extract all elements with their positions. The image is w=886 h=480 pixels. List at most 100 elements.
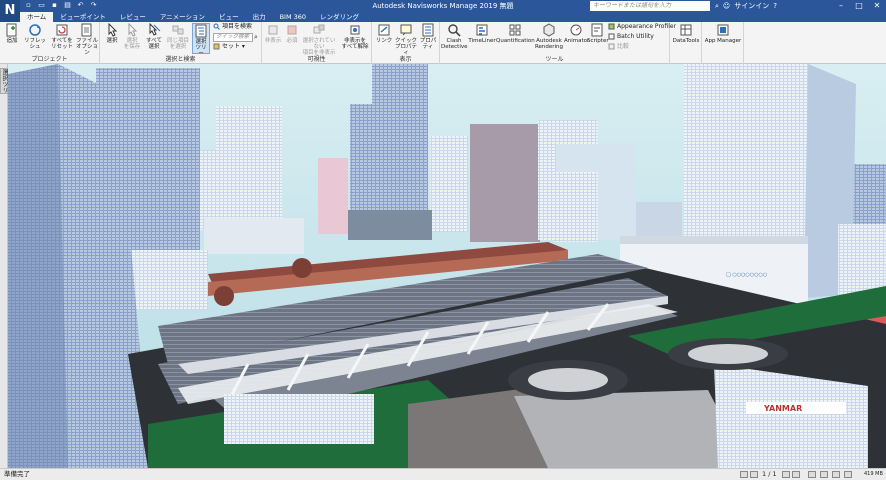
datatools-icon (680, 24, 692, 36)
clash-detective-label: Clash Detective (441, 38, 468, 50)
group-project-label: プロジェクト (31, 56, 68, 63)
group-tools-label: ツール (545, 56, 564, 63)
quick-find-input[interactable]: クイック検索 (213, 33, 253, 42)
timeliner-button[interactable]: TimeLiner (468, 23, 496, 44)
scripter-button[interactable]: Scripter (587, 23, 609, 44)
reset-icon (56, 24, 68, 36)
group-tools: Clash Detective TimeLiner Quantification… (440, 22, 676, 64)
animator-icon (570, 24, 582, 36)
group-select-search-label: 選択と検索 (165, 56, 196, 63)
properties-button[interactable]: プロパティ (418, 23, 438, 50)
file-options-icon (81, 23, 92, 37)
select-button[interactable]: 選択 (103, 23, 121, 44)
refresh-icon (29, 24, 41, 36)
search-icon[interactable]: ⌕ (715, 0, 719, 12)
minimize-icon[interactable]: – (832, 0, 850, 12)
append-label: 追加 (6, 38, 18, 44)
unhide-all-button[interactable]: 非表示を すべて解除 (340, 23, 370, 50)
require-icon (287, 25, 297, 35)
yanmar-billboard: YANMAR (763, 404, 802, 413)
tab-bim360[interactable]: BIM 360 (273, 12, 313, 22)
hide-button[interactable]: 非表示 (264, 23, 282, 44)
last-sheet-icon[interactable] (792, 471, 800, 478)
sign-in-button[interactable]: サインイン (734, 0, 769, 12)
maximize-icon[interactable]: □ (850, 0, 868, 12)
group-project: 追加 リフレッシュ すべてを リセット ファイル オプション プロジェクト (0, 22, 100, 64)
status-bar: 準備完了 1 / 1 419 MB (0, 468, 886, 480)
animator-button[interactable]: Animator (564, 23, 590, 44)
compare-button[interactable]: 比較 (608, 43, 629, 51)
pencil-icon (820, 471, 828, 478)
first-sheet-icon[interactable] (740, 471, 748, 478)
animator-label: Animator (564, 38, 590, 44)
tab-view[interactable]: ビュー (212, 12, 246, 22)
reset-all-button[interactable]: すべてを リセット (50, 23, 74, 50)
tab-output[interactable]: 出力 (246, 12, 273, 22)
links-button[interactable]: リンク (374, 23, 394, 44)
appearance-profiler-label: Appearance Profiler (617, 23, 677, 30)
tab-render[interactable]: レンダリング (313, 12, 366, 22)
quick-properties-button[interactable]: クイック プロパティ (394, 23, 418, 56)
sets-button[interactable]: セット ▾ (213, 43, 245, 51)
app-manager-button[interactable]: App Manager (704, 23, 742, 44)
sets-icon (213, 43, 220, 50)
select-icon (108, 23, 118, 37)
app-manager-label: App Manager (704, 38, 742, 44)
group-display-label: 表示 (399, 56, 412, 63)
group-select-search: 選択 選択 を保存 すべて 選択 同じ項目 を選択 選択 ツリー 項目を検索 ク… (100, 22, 262, 64)
properties-icon (422, 23, 434, 37)
select-all-button[interactable]: すべて 選択 (144, 23, 164, 50)
select-all-label: すべて 選択 (146, 38, 162, 50)
autodesk-rendering-button[interactable]: Autodesk Rendering (534, 23, 564, 50)
batch-utility-icon (608, 33, 615, 40)
selection-tree-icon (195, 24, 207, 38)
disk-icon (832, 471, 840, 478)
appearance-profiler-button[interactable]: Appearance Profiler (608, 23, 676, 31)
tab-animation[interactable]: アニメーション (153, 12, 212, 22)
search-input[interactable]: キーワードまたは語句を入力 (590, 1, 710, 11)
select-label: 選択 (106, 38, 118, 44)
batch-utility-button[interactable]: Batch Utility (608, 33, 654, 41)
tab-home[interactable]: ホーム (20, 12, 54, 22)
clash-detective-button[interactable]: Clash Detective (441, 23, 468, 50)
next-sheet-icon[interactable] (782, 471, 790, 478)
help-icon[interactable]: ? (773, 0, 777, 12)
file-options-label: ファイル オプション (75, 38, 98, 56)
datatools-button[interactable]: DataTools (672, 23, 700, 44)
selection-tree-button[interactable]: 選択 ツリー (192, 23, 210, 57)
find-items-button[interactable]: 項目を検索 (213, 23, 252, 31)
properties-label: プロパティ (419, 38, 437, 50)
save-selection-button[interactable]: 選択 を保存 (122, 23, 142, 50)
require-button[interactable]: 必須 (283, 23, 301, 44)
refresh-button[interactable]: リフレッシュ (22, 23, 48, 50)
tab-review[interactable]: レビュー (113, 12, 153, 22)
user-icon[interactable]: ☺ (723, 0, 730, 12)
hide-unselected-button[interactable]: 選択されていない 項目を非表示 (302, 23, 336, 56)
group-visibility-label: 可視性 (307, 56, 326, 63)
append-button[interactable]: 追加 (3, 23, 21, 44)
links-icon (378, 24, 390, 36)
selection-tree-panel-tab[interactable]: 選択ツリー (0, 68, 8, 94)
sheet-browser-icon[interactable] (808, 471, 816, 478)
prev-sheet-icon[interactable] (750, 471, 758, 478)
group-visibility: 非表示 必須 選択されていない 項目を非表示 非表示を すべて解除 可視性 (262, 22, 372, 64)
close-icon[interactable]: ✕ (868, 0, 886, 12)
save-selection-icon (128, 23, 138, 37)
quantification-label: Quantification (496, 38, 535, 44)
navisworks-window: N ▫ ▭ ▪ ▤ ↶ ↷ Autodesk Navisworks Manage… (0, 0, 886, 480)
quantification-icon (509, 24, 521, 36)
ribbon-tabs: ホーム ビューポイント レビュー アニメーション ビュー 出力 BIM 360 … (20, 12, 886, 22)
hide-icon (268, 25, 278, 35)
save-selection-label: 選択 を保存 (123, 38, 141, 50)
quantification-button[interactable]: Quantification (496, 23, 535, 44)
timeliner-label: TimeLiner (468, 38, 496, 44)
scene-viewport[interactable]: □ ○○○○○○○○ YANMAR (8, 64, 886, 468)
quick-find-search-icon[interactable]: ⌕ (254, 33, 261, 42)
window-controls: – □ ✕ (832, 0, 886, 12)
group-display: リンク クイック プロパティ プロパティ 表示 (372, 22, 440, 64)
group-datatools: DataTools (670, 22, 702, 64)
memory-usage: 419 MB (864, 471, 883, 477)
tab-viewpoint[interactable]: ビューポイント (53, 12, 113, 22)
file-options-button[interactable]: ファイル オプション (75, 23, 99, 56)
select-same-button[interactable]: 同じ項目 を選択 (166, 23, 190, 50)
